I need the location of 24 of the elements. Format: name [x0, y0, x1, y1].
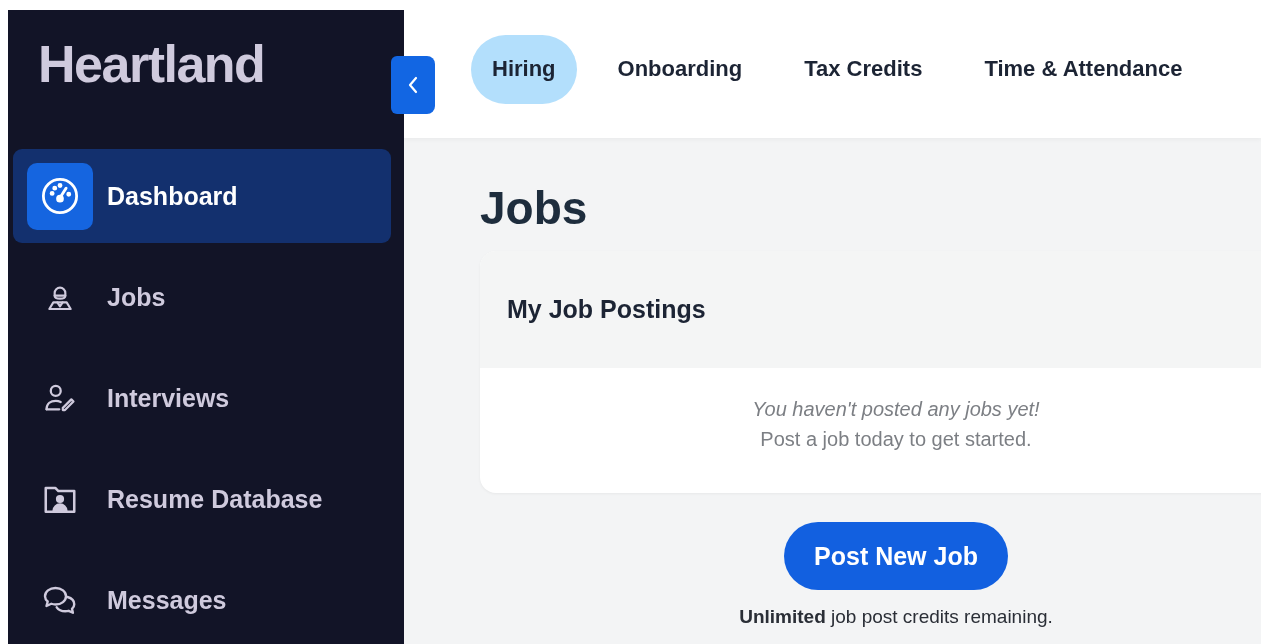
sidebar-item[interactable]: Resume Database — [13, 452, 391, 546]
sidebar-item[interactable]: Dashboard — [13, 149, 391, 243]
post-new-job-button[interactable]: Post New Job — [784, 522, 1008, 590]
sidebar-item[interactable]: Interviews — [13, 351, 391, 445]
sidebar-item-label: Resume Database — [107, 484, 323, 514]
nav-tab[interactable]: Hiring — [471, 34, 577, 104]
empty-message: You haven't posted any jobs yet! — [752, 397, 1040, 422]
nav-tab[interactable]: Time & Attendance — [963, 34, 1204, 104]
credits-note: Unlimited job post credits remaining. — [739, 606, 1053, 628]
gauge-icon — [39, 175, 81, 217]
sidebar-item-label: Messages — [107, 585, 227, 615]
sidebar-item[interactable]: Jobs — [13, 250, 391, 344]
chevron-left-icon — [406, 75, 420, 95]
card-title: My Job Postings — [507, 295, 706, 324]
sidebar-item-label: Interviews — [107, 383, 230, 413]
collapse-sidebar-button[interactable] — [391, 56, 435, 114]
sidebar-item-label: Jobs — [107, 282, 166, 312]
page-title: Jobs — [480, 182, 588, 234]
nav-tab[interactable]: Tax Credits — [783, 34, 944, 104]
sidebar-item-label: Dashboard — [107, 181, 238, 211]
nav-tab[interactable]: Onboarding — [596, 34, 764, 104]
sidebar-item[interactable]: Messages — [13, 553, 391, 644]
empty-hint: Post a job today to get started. — [760, 427, 1032, 452]
brand-logo: Heartland — [38, 38, 265, 90]
